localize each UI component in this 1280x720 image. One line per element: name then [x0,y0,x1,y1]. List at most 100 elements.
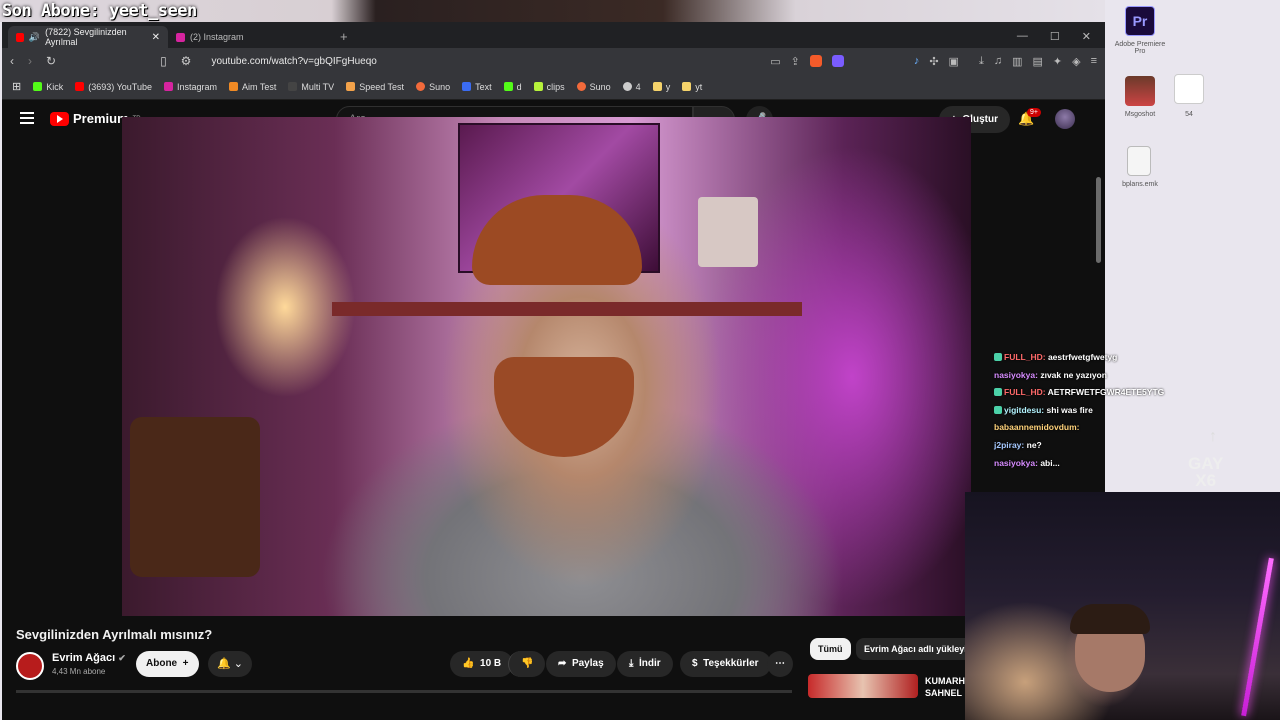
tab-instagram[interactable]: (2) Instagram [168,26,328,48]
bookmark-label: Text [475,81,492,92]
wallet-icon[interactable]: ▤ [1032,55,1042,68]
premiere-pro-icon[interactable]: Pr [1125,6,1155,36]
msgoshot-icon[interactable] [1125,76,1155,106]
recommendation-thumbnail[interactable] [808,674,918,698]
ai-icon[interactable]: ✦ [1053,55,1062,68]
music-icon[interactable]: ♫ [994,55,1002,67]
bookmark-d[interactable]: d [503,82,522,92]
tab-youtube[interactable]: 🔊 (7822) Sevgilinizden Ayrılmal ✕ [8,26,168,48]
account-avatar[interactable] [1055,109,1075,129]
chat-message: nasiyokya: zıvak ne yazıyon [994,367,1164,385]
channel-avatar[interactable] [16,652,44,680]
bookmark-suno[interactable]: Suno [416,82,450,92]
bookmark-label: y [665,81,671,92]
chair [130,417,260,577]
watch-file-icon[interactable] [1174,74,1204,104]
share-icon[interactable]: ⇪ [791,55,800,68]
like-button[interactable]: 👍 10 B [450,651,514,677]
menu-icon[interactable]: ≡ [1091,55,1097,67]
chat-message: FULL_HD: aestrfwetgfwetyg [994,349,1164,367]
bookmark-multi-tv[interactable]: Multi TV [288,82,334,92]
channel-name[interactable]: Evrim Ağacı ✔ [52,652,126,664]
url-field[interactable]: youtube.com/watch?v=gbQIFgHueqo [211,56,376,67]
bookmark-icon[interactable]: ▯ [160,54,167,68]
minimize-icon[interactable]: — [1017,30,1028,42]
chat-text: ne? [1026,439,1042,450]
dislike-button[interactable]: 👎 [508,651,546,677]
sidebar-icon[interactable]: ▥ [1012,55,1022,68]
bookmark-aim-test[interactable]: Aim Test [229,82,276,92]
bookmark-label: 4 [635,81,641,92]
video-player[interactable] [122,117,971,616]
bookmark-text[interactable]: Text [462,82,492,92]
bookmark-suno-2[interactable]: Suno [576,82,611,92]
close-window-icon[interactable]: ✕ [1082,30,1091,43]
file-icon[interactable] [1127,146,1151,176]
download-button[interactable]: ⤓ İndir [617,651,673,677]
recommendation-title[interactable]: KUMARH SAHNEL [925,675,965,699]
comments-divider [16,690,792,693]
filter-chip-all[interactable]: Tümü [810,638,851,660]
brave-rewards-icon[interactable] [831,55,844,67]
bookmark-label: yt [695,81,703,92]
back-icon[interactable]: ‹ [10,54,14,68]
speaker-icon: 🔊 [28,31,41,42]
reload-icon[interactable]: ↻ [46,54,56,68]
bookmark-clips[interactable]: clips [533,81,565,92]
bookmark-folder-yt[interactable]: yt [682,82,702,92]
bookmark-4[interactable]: 4 [622,81,641,92]
site-info-icon[interactable]: ⚙ [181,54,192,68]
tab-bar: 🔊 (7822) Sevgilinizden Ayrılmal ✕ (2) In… [2,22,1105,48]
desktop-icon-label: bplans.emk [1122,181,1158,188]
notification-bell-button[interactable]: 🔔 ⌄ [208,651,252,677]
chat-text: shi was fire [1046,404,1093,415]
download-icon[interactable]: ⤓ [979,55,984,68]
cast-icon[interactable]: ▭ [770,55,780,68]
share-button[interactable]: ➦ Paylaş [546,651,616,677]
brave-shield-icon[interactable] [809,55,822,67]
chat-text: aestrfwetgfwetyg [1047,352,1118,362]
subscribe-button[interactable]: Abone + [136,651,199,677]
filter-chip-uploader[interactable]: Evrim Ağacı adlı yükleyic [856,638,980,660]
bookmark-speed-test[interactable]: Speed Test [346,82,404,92]
neon-light [1241,557,1274,717]
subscriber-count: 4,43 Mn abone [52,667,106,676]
play-button-award [698,197,758,267]
share-icon: ➦ [558,658,567,669]
new-tab-button[interactable]: + [340,26,348,48]
apps-grid-icon[interactable]: ⊞ [12,80,21,93]
chat-message: nasiyokya: abi... [994,455,1164,473]
vpn-icon[interactable]: ◈ [1072,55,1080,68]
channel-name-text: Evrim Ağacı [52,652,116,664]
bookmark-youtube[interactable]: (3693) YouTube [75,82,152,92]
thanks-button[interactable]: $ Teşekkürler [680,651,771,677]
goal-line-1: GAY [1188,454,1224,473]
arrow-up-icon: ↑ [1209,428,1217,445]
chat-username: yigitdesu: [1004,404,1045,415]
verified-icon: ✔ [118,653,126,663]
bookmark-label: clips [546,81,565,92]
more-actions-button[interactable]: ⋯ [767,651,793,677]
logo-text: Premium [73,111,129,126]
bookmark-label: Aim Test [242,81,277,92]
chat-username: FULL_HD: [1004,387,1046,398]
menu-icon[interactable] [20,112,34,127]
forward-icon[interactable]: › [28,54,32,68]
screenshot-icon[interactable]: ▣ [949,55,959,68]
bookmark-label: Multi TV [301,81,335,92]
page-scrollbar[interactable] [1096,177,1101,263]
share-label: Paylaş [571,658,604,669]
bookmark-label: Instagram [176,81,217,92]
bookmark-folder-y[interactable]: y [652,81,671,92]
audio-icon[interactable]: ♪ [914,55,920,67]
desktop-icon-label: 54 [1185,111,1193,118]
bookmark-label: (3693) YouTube [88,81,152,92]
premiere-label: Adobe Premiere Pro [1114,41,1166,55]
chat-text: AETRFWETFGWR4ETE5YTG [1047,387,1165,398]
streamer-webcam [965,492,1280,720]
maximize-icon[interactable]: ☐ [1050,30,1060,43]
close-tab-icon[interactable]: ✕ [152,32,160,43]
extensions-icon[interactable]: ✣ [929,55,938,68]
bookmark-instagram[interactable]: Instagram [163,81,217,92]
bookmark-kick[interactable]: Kick [33,82,63,92]
